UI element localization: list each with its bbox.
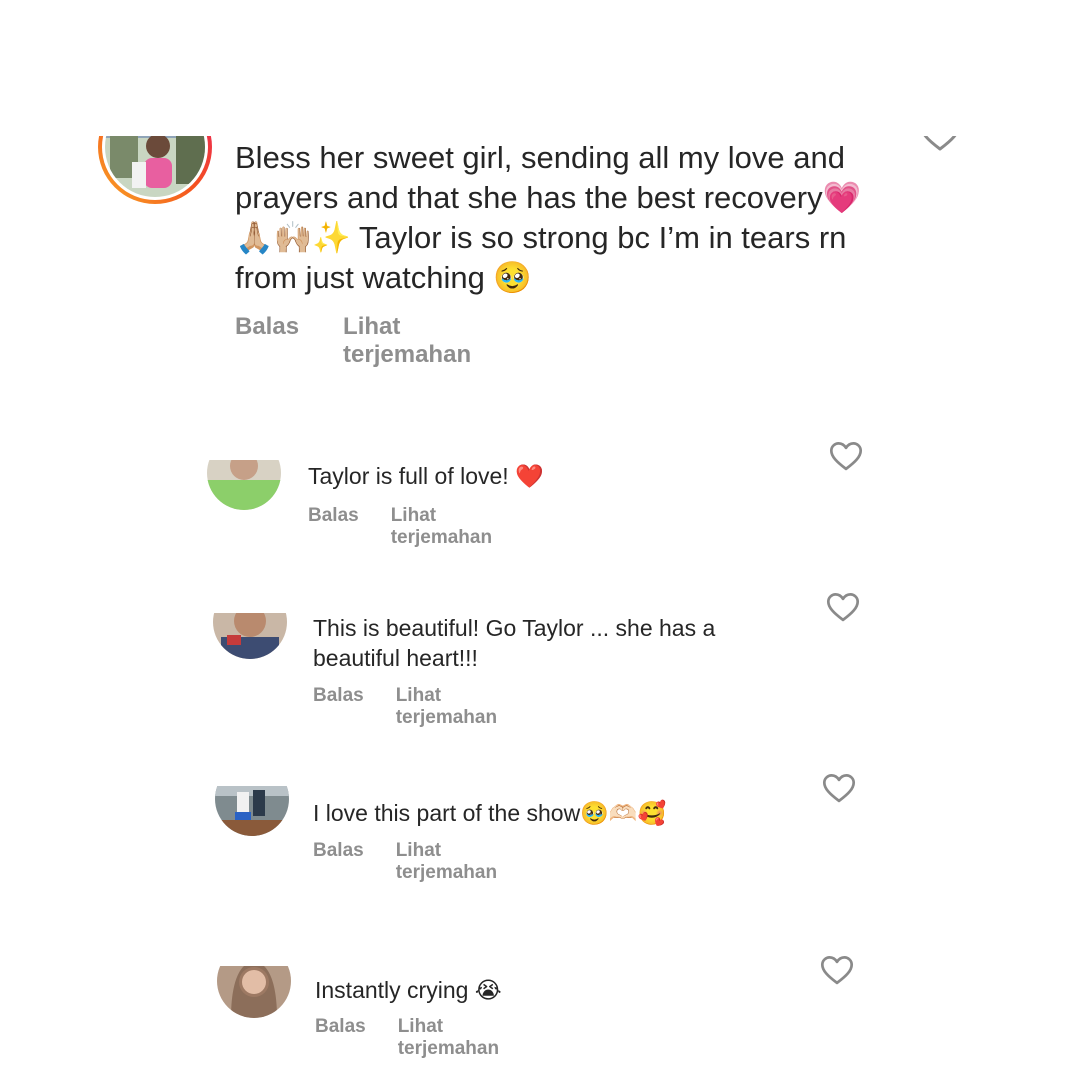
comment-actions: Balas Lihat terjemahan [308,505,492,549]
reply-button[interactable]: Balas [313,685,364,729]
reply-button[interactable]: Balas [315,1016,366,1060]
avatar-crop-mask [210,944,300,966]
avatar-crop-mask [206,585,296,613]
comment-actions: Balas Lihat terjemahan [235,313,471,369]
comment-text: Bless her sweet girl, sending all my lov… [235,140,862,295]
see-translation-button[interactable]: Lihat terjemahan [396,685,497,729]
avatar-crop-mask [200,436,290,460]
comment-text: Taylor is full of love! ❤️ [308,463,544,489]
comment-actions: Balas Lihat terjemahan [313,840,497,884]
avatar-crop-mask [208,762,298,786]
heart-outline-icon[interactable] [822,773,856,804]
heart-outline-icon[interactable] [826,592,860,623]
comment-text: Instantly crying 😭 [315,977,502,1003]
heart-outline-icon[interactable] [829,441,863,472]
top-crop-mask [0,0,1080,136]
heart-outline-icon[interactable] [820,955,854,986]
comment-actions: Balas Lihat terjemahan [315,1016,499,1060]
comment-text: I love this part of the show🥹🫶🏻🥰 [313,800,667,826]
comment-actions: Balas Lihat terjemahan [313,685,497,729]
reply-button[interactable]: Balas [313,840,364,884]
see-translation-button[interactable]: Lihat terjemahan [396,840,497,884]
reply-button[interactable]: Balas [308,505,359,549]
reply-button[interactable]: Balas [235,313,299,369]
comment-text: This is beautiful! Go Taylor ... she has… [313,615,716,671]
see-translation-button[interactable]: Lihat terjemahan [343,313,471,369]
see-translation-button[interactable]: Lihat terjemahan [391,505,492,549]
see-translation-button[interactable]: Lihat terjemahan [398,1016,499,1060]
